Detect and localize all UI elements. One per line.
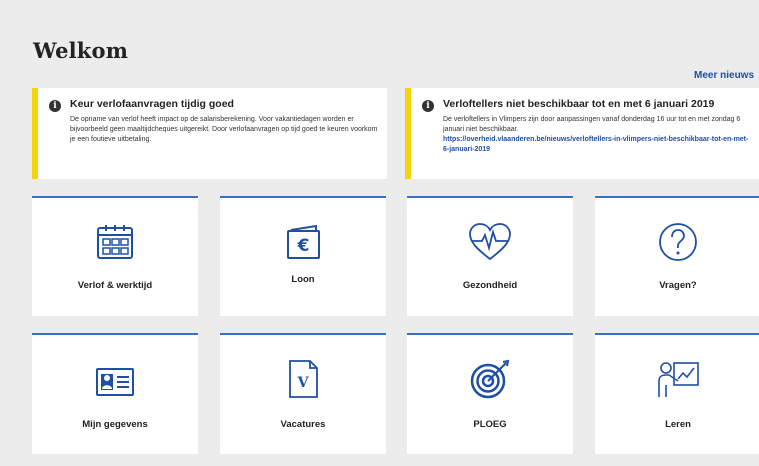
- calendar-icon: [97, 225, 133, 259]
- notice-body: De verloftellers in Vlimpers zijn door a…: [443, 115, 751, 155]
- wallet-euro-icon: €: [287, 224, 320, 259]
- tile-label: Verlof & werktijd: [77, 280, 153, 291]
- svg-text:€: €: [297, 236, 310, 256]
- notice-title: Keur verlofaanvragen tijdig goed: [70, 98, 234, 110]
- tile-vragen[interactable]: Vragen?: [595, 196, 759, 316]
- notice-approve-leave: i Keur verlofaanvragen tijdig goed De op…: [32, 88, 387, 179]
- target-icon: [470, 359, 510, 399]
- notice-counters-unavailable: i Verloftellers niet beschikbaar tot en …: [405, 88, 759, 179]
- info-icon: i: [422, 100, 434, 112]
- tile-vacatures[interactable]: V Vacatures: [220, 333, 386, 454]
- tile-label: Mijn gegevens: [82, 419, 148, 430]
- notice-body: De opname van verlof heeft impact op de …: [70, 115, 379, 145]
- tile-label: PLOEG: [473, 419, 507, 430]
- notice-link[interactable]: https://overheid.vlaanderen.be/nieuws/ve…: [443, 135, 751, 155]
- tile-leren[interactable]: Leren: [595, 333, 759, 454]
- teacher-board-icon: [658, 362, 699, 397]
- document-v-icon: V: [289, 360, 318, 398]
- tile-mijn-gegevens[interactable]: Mijn gegevens: [32, 333, 198, 454]
- notice-title: Verloftellers niet beschikbaar tot en me…: [443, 98, 715, 110]
- tile-verlof-werktijd[interactable]: Verlof & werktijd: [32, 196, 198, 316]
- tile-label: Loon: [291, 274, 315, 285]
- tile-label: Gezondheid: [462, 280, 518, 291]
- info-icon: i: [49, 100, 61, 112]
- tile-loon[interactable]: € Loon: [220, 196, 386, 316]
- tile-ploeg[interactable]: PLOEG: [407, 333, 573, 454]
- heart-pulse-icon: [469, 223, 511, 261]
- notice-text: De verloftellers in Vlimpers zijn door a…: [443, 116, 741, 133]
- svg-text:V: V: [297, 375, 310, 391]
- tile-label: Vacatures: [280, 419, 326, 430]
- tile-label: Vragen?: [659, 280, 697, 291]
- page-title: Welkom: [33, 38, 129, 63]
- id-card-icon: [96, 368, 134, 396]
- more-news-link[interactable]: Meer nieuws →: [694, 70, 759, 81]
- tile-gezondheid[interactable]: Gezondheid: [407, 196, 573, 316]
- tile-label: Leren: [665, 419, 691, 430]
- question-icon: [659, 223, 697, 261]
- notice-text: De opname van verlof heeft impact op de …: [70, 116, 378, 143]
